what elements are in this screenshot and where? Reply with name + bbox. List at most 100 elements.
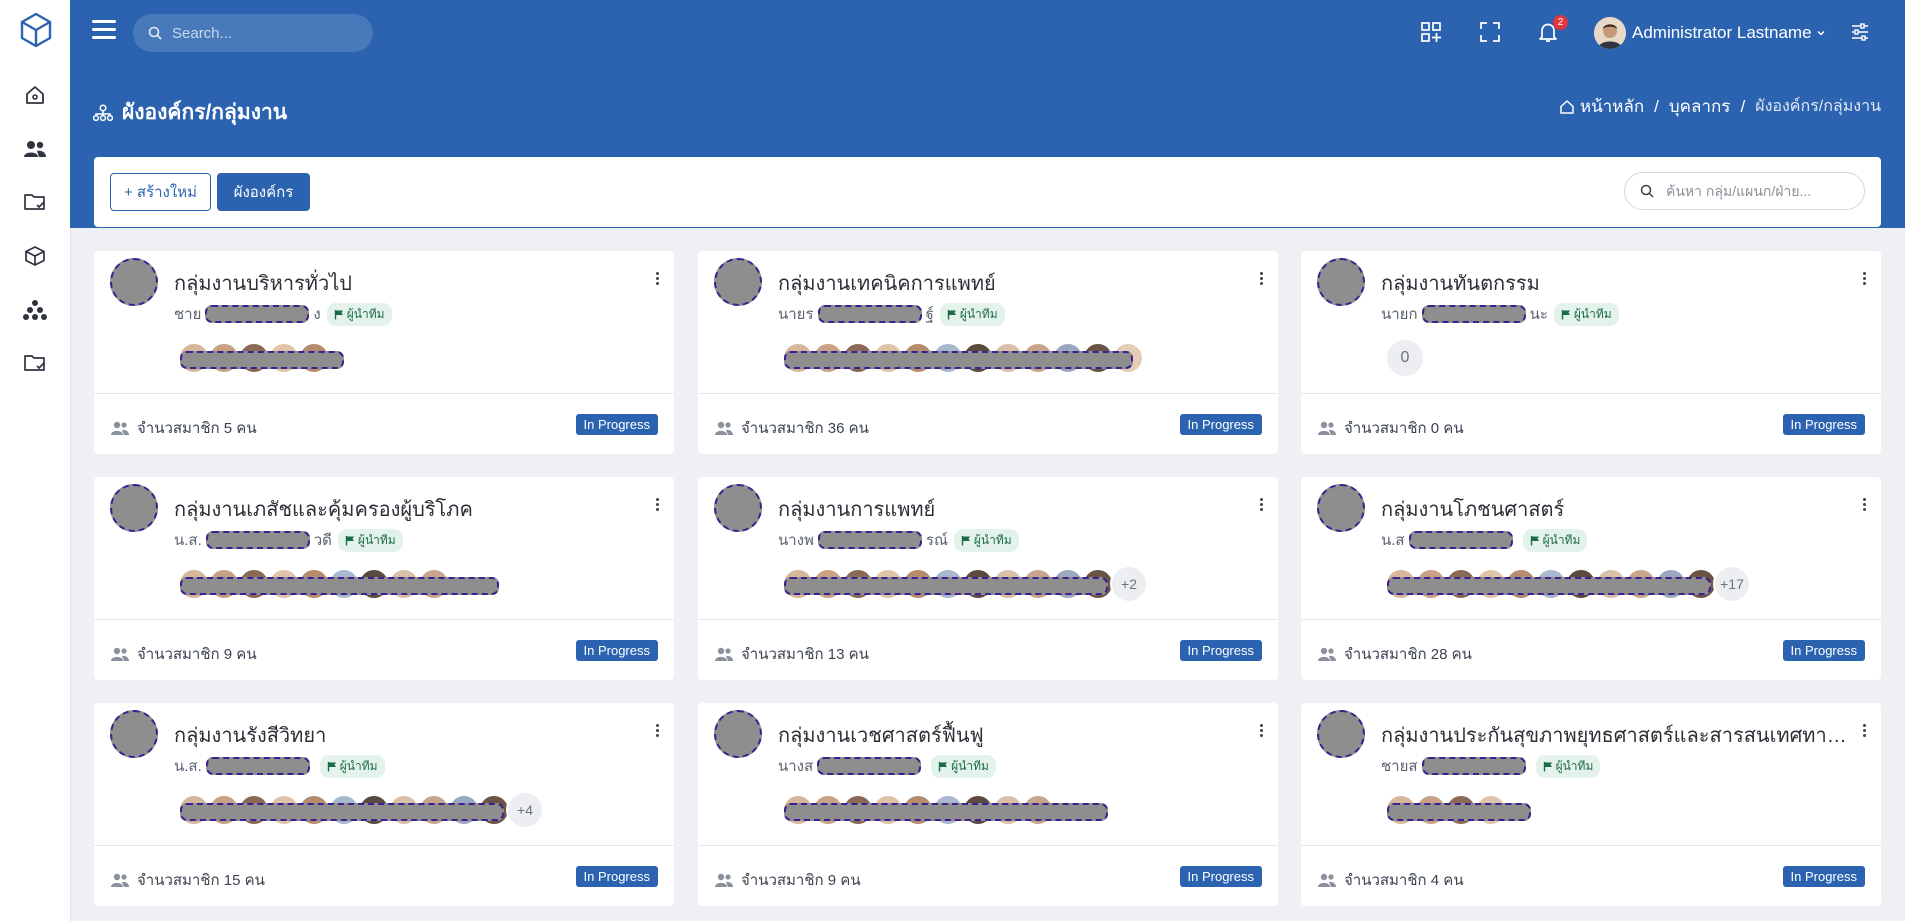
cube-logo-icon[interactable] [19, 12, 53, 48]
more-vertical-icon[interactable] [650, 719, 664, 741]
group-search[interactable] [1624, 172, 1865, 210]
org-structure-icon [23, 300, 47, 320]
user-menu[interactable]: Administrator Lastname [1594, 16, 1826, 50]
group-card[interactable]: กลุ่มงานรังสีวิทยา น.ส. ผู้นำทีม +4 จำนวสมาช… [94, 703, 674, 906]
more-vertical-icon[interactable] [650, 267, 664, 289]
leader-name-prefix: ชาย [174, 306, 202, 323]
redacted-members [784, 351, 1133, 369]
group-title[interactable]: กลุ่มงานประกันสุขภาพยุทธศาสตร์และสารสนเท… [1381, 719, 1851, 751]
more-vertical-icon[interactable] [1254, 493, 1268, 515]
leader-badge-label: ผู้นำทีม [1555, 758, 1594, 773]
group-card[interactable]: กลุ่มงานบริหารทั่วไปชาย ง ผู้นำทีมจำนวสมาช… [94, 251, 674, 454]
member-avatar-stack: 0 [1387, 340, 1423, 376]
group-title[interactable]: กลุ่มงานทันตกรรม [1381, 267, 1540, 299]
fullscreen-icon[interactable] [1477, 19, 1503, 45]
more-vertical-icon[interactable] [1857, 267, 1871, 289]
flag-icon [345, 535, 354, 545]
leader-name-suffix: ง [313, 306, 321, 323]
group-title[interactable]: กลุ่มงานเทคนิคการแพทย์ [778, 267, 996, 299]
avatar [714, 258, 762, 306]
group-title[interactable]: กลุ่มงานการแพทย์ [778, 493, 935, 525]
redacted-name [205, 531, 310, 549]
leader-name-prefix: น.ส. [174, 758, 202, 775]
group-title[interactable]: กลุ่มงานโภชนศาสตร์ [1381, 493, 1564, 525]
group-card[interactable]: กลุ่มงานเวชศาสตร์ฟื้นฟูนางส ผู้นำทีมจำนวส… [698, 703, 1278, 906]
member-count-text: จำนวสมาชิก 36 คน [741, 420, 869, 437]
more-vertical-icon[interactable] [1254, 267, 1268, 289]
group-title[interactable]: กลุ่มงานเภสัชและคุ้มครองผู้บริโภค [174, 493, 473, 525]
group-card[interactable]: กลุ่มงานการแพทย์ นางพ รณ์ ผู้นำทีม +2 จำนวสมา… [698, 477, 1278, 680]
redacted-name [205, 757, 310, 775]
more-vertical-icon[interactable] [1254, 719, 1268, 741]
users-icon [111, 873, 129, 887]
sidebar-item-folder[interactable] [20, 187, 50, 217]
status-badge: In Progress [1782, 414, 1865, 435]
flag-icon [327, 761, 336, 771]
group-search-input[interactable] [1664, 182, 1858, 200]
more-vertical-icon[interactable] [650, 493, 664, 515]
search-icon [1640, 184, 1654, 198]
menu-toggle-icon[interactable] [92, 20, 116, 44]
sidebar-item-box[interactable] [20, 241, 50, 271]
redacted-name [1408, 531, 1513, 549]
card-footer: จำนวสมาชิก 13 คน In Progress [698, 619, 1278, 681]
horizontal-scrollbar[interactable] [0, 916, 1905, 921]
member-count-text: จำนวสมาชิก 4 คน [1344, 872, 1464, 889]
member-zero-count: 0 [1387, 340, 1423, 376]
flag-icon [1561, 309, 1570, 319]
sidebar-item-org[interactable] [20, 295, 50, 325]
group-title[interactable]: กลุ่มงานบริหารทั่วไป [174, 267, 352, 299]
notification-bell[interactable]: 2 [1535, 15, 1568, 45]
more-members-count[interactable]: +2 [1110, 565, 1148, 603]
redacted-members [180, 803, 504, 821]
redacted-members [1387, 577, 1711, 595]
card-footer: จำนวสมาชิก 0 คน In Progress [1301, 393, 1881, 455]
leader-badge-label: ผู้นำทีม [346, 306, 385, 321]
member-avatar-stack [178, 342, 344, 374]
sidebar-item-folder-2[interactable] [20, 348, 50, 378]
settings-sliders-icon[interactable] [1847, 19, 1873, 45]
breadcrumb-home[interactable]: หน้าหลัก [1580, 93, 1644, 120]
create-new-button[interactable]: + สร้างใหม่ [110, 173, 211, 211]
leader-name-prefix: น.ส. [174, 532, 202, 549]
member-count-text: จำนวสมาชิก 13 คน [741, 646, 869, 663]
group-card[interactable]: กลุ่มงานประกันสุขภาพยุทธศาสตร์และสารสนเท… [1301, 703, 1881, 906]
group-title[interactable]: กลุ่มงานรังสีวิทยา [174, 719, 326, 751]
leader-name-prefix: น.ส [1381, 532, 1405, 549]
member-count-text: จำนวสมาชิก 0 คน [1344, 420, 1464, 437]
card-footer: จำนวสมาชิก 5 คน In Progress [94, 393, 674, 455]
group-card[interactable]: กลุ่มงานโภชนศาสตร์ น.ส ผู้นำทีม +17 จำนวสมาช… [1301, 477, 1881, 680]
more-vertical-icon[interactable] [1857, 719, 1871, 741]
group-card[interactable]: กลุ่มงานทันตกรรม นายก นะ ผู้นำทีม 0 จำนวสมาชิ… [1301, 251, 1881, 454]
redacted-members [180, 351, 344, 369]
group-card[interactable]: กลุ่มงานเทคนิคการแพทย์ นายร ฐ์ ผู้นำทีม จำนว… [698, 251, 1278, 454]
leader-name-prefix: ชายส [1381, 758, 1418, 775]
more-members-count[interactable]: +17 [1713, 565, 1751, 603]
team-leader: นางส ผู้นำทีม [778, 754, 996, 778]
redacted-name [817, 757, 922, 775]
breadcrumb: หน้าหลัก / บุคลากร / ผังองค์กร/กลุ่มงาน [1559, 93, 1881, 120]
member-count-text: จำนวสมาชิก 9 คน [741, 872, 861, 889]
member-avatar-stack: +17 [1385, 565, 1751, 603]
breadcrumb-personnel[interactable]: บุคลากร [1669, 93, 1731, 120]
leader-badge-label: ผู้นำทีม [1573, 306, 1612, 321]
more-members-count[interactable]: +4 [506, 791, 544, 829]
top-search-input[interactable] [170, 23, 364, 43]
apps-add-icon[interactable] [1418, 19, 1444, 45]
leader-badge: ผู้นำทีม [337, 528, 403, 552]
member-count: จำนวสมาชิก 36 คน [714, 416, 869, 440]
group-card[interactable]: กลุ่มงานเภสัชและคุ้มครองผู้บริโภค น.ส. วดี… [94, 477, 674, 680]
sidebar-item-people[interactable] [20, 134, 50, 164]
group-title[interactable]: กลุ่มงานเวชศาสตร์ฟื้นฟู [778, 719, 984, 751]
member-count: จำนวสมาชิก 28 คน [1317, 642, 1472, 666]
sidebar-item-home[interactable] [20, 80, 50, 110]
card-footer: จำนวสมาชิก 9 คน In Progress [698, 845, 1278, 907]
more-vertical-icon[interactable] [1857, 493, 1871, 515]
member-avatar-stack: +4 [178, 791, 544, 829]
notification-badge: 2 [1553, 15, 1568, 30]
card-footer: จำนวสมาชิก 9 คน In Progress [94, 619, 674, 681]
org-chart-button[interactable]: ผังองค์กร [217, 173, 310, 211]
team-leader: ชาย ง ผู้นำทีม [174, 302, 392, 326]
top-search[interactable] [133, 14, 373, 52]
breadcrumb-current: ผังองค์กร/กลุ่มงาน [1755, 98, 1881, 115]
